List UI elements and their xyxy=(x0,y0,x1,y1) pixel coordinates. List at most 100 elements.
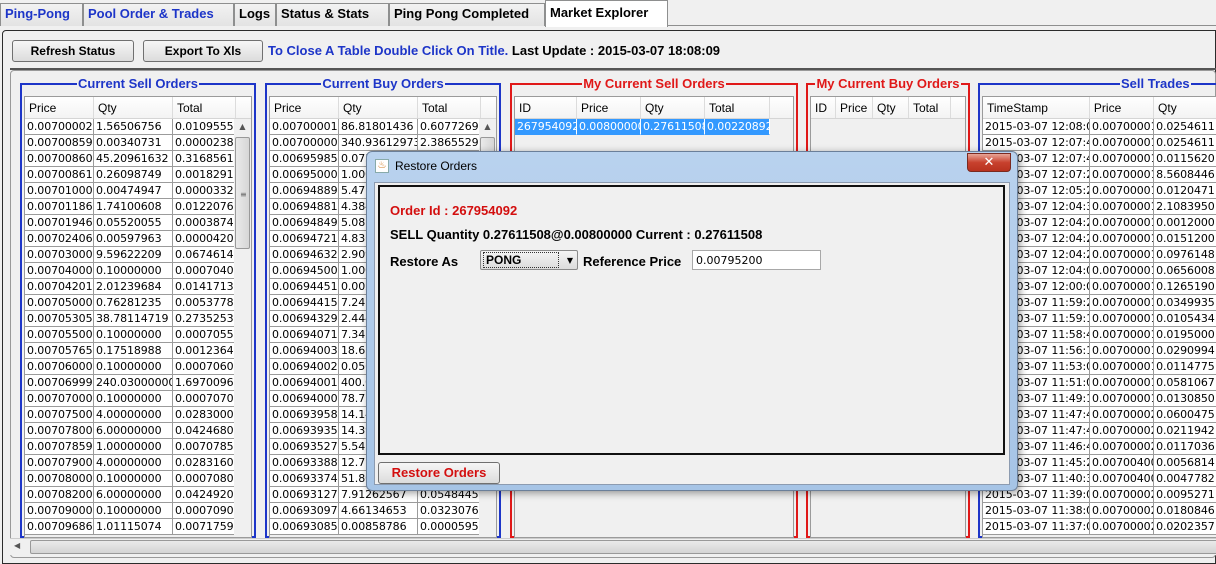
column-header[interactable]: Qty xyxy=(873,97,909,118)
tab-ping-pong-completed[interactable]: Ping Pong Completed xyxy=(389,3,545,26)
table-cell: 0.00694415 xyxy=(270,295,339,311)
column-header[interactable]: Total xyxy=(705,97,770,118)
table-cell: 0.01095550 xyxy=(173,119,236,135)
table-row[interactable]: 0.00701186 1.74100608 0.01220769 xyxy=(25,199,251,215)
table-cell: 0.0180846 xyxy=(1154,503,1216,519)
column-header[interactable]: Price xyxy=(836,97,873,118)
scroll-left-icon[interactable]: ◀ xyxy=(14,541,20,550)
table-cell: 1.00000000 xyxy=(94,439,173,455)
table-row[interactable]: 2015-03-07 12:07:49 0.00700001 0.0254611 xyxy=(983,135,1216,151)
table-cell: 0.00700400 xyxy=(1090,471,1155,487)
restore-as-label: Restore As xyxy=(390,254,459,269)
table-row[interactable]: 0.00702406 0.00597963 0.00004200 xyxy=(25,231,251,247)
table-row[interactable]: 0.00707859 1.00000000 0.00707859 xyxy=(25,439,251,455)
table-row[interactable]: 0.00705500 0.10000000 0.00070550 xyxy=(25,327,251,343)
refresh-status-button[interactable]: Refresh Status xyxy=(12,40,134,62)
sell-orders-table[interactable]: Price Qty Total 0.00700002 1.56506756 0.01095… xyxy=(24,96,252,538)
column-header[interactable]: ID xyxy=(515,97,577,118)
table-row[interactable]: 0.00693097 4.66134653 0.03230765 xyxy=(270,503,496,519)
my-sell-orders-title[interactable]: My Current Sell Orders xyxy=(582,76,726,91)
table-row[interactable]: 2015-03-07 12:08:00 0.00700001 0.0254611 xyxy=(983,119,1216,135)
table-cell: 0.00703000 xyxy=(25,247,94,263)
column-header[interactable]: Qty xyxy=(1154,97,1216,118)
table-row[interactable]: 0.00700001 86.81801436 0.60772696 xyxy=(270,119,496,135)
table-cell: 0.0581067 xyxy=(1154,375,1216,391)
table-row[interactable]: 0.00707900 4.00000000 0.02831600 xyxy=(25,455,251,471)
tab-ping-pong[interactable]: Ping-Pong xyxy=(0,3,83,26)
table-cell: 0.27352537 xyxy=(173,311,236,327)
table-row[interactable]: 267954092 0.00800000 0.27611508 0.00220892 xyxy=(515,119,793,135)
table-row[interactable]: 0.00700860 45.20961632 0.31685611 xyxy=(25,151,251,167)
table-row[interactable]: 0.00709000 0.10000000 0.00070900 xyxy=(25,503,251,519)
table-row[interactable]: 0.00703000 9.59622209 0.06746144 xyxy=(25,247,251,263)
restore-as-select[interactable]: PONG ▼ xyxy=(480,250,578,270)
buy-orders-title[interactable]: Current Buy Orders xyxy=(321,76,444,91)
column-header[interactable]: Price xyxy=(1090,97,1155,118)
table-cell: 0.00700400 xyxy=(1090,455,1155,471)
tab-logs[interactable]: Logs xyxy=(234,3,276,26)
sell-orders-title[interactable]: Current Sell Orders xyxy=(77,76,199,91)
table-row[interactable]: 0.00704201 2.01239684 0.01417131 xyxy=(25,279,251,295)
column-header[interactable]: Total xyxy=(909,97,951,118)
table-row[interactable]: 0.00709686 1.01115074 0.00717599 xyxy=(25,519,251,535)
tab-market-explorer[interactable]: Market Explorer xyxy=(545,0,668,27)
sell-trades-title[interactable]: Sell Trades xyxy=(1120,76,1191,91)
table-cell: 0.0211942 xyxy=(1154,423,1216,439)
tab-status-stats[interactable]: Status & Stats xyxy=(276,3,389,26)
table-row[interactable]: 0.00701946 0.05520055 0.00038747 xyxy=(25,215,251,231)
scroll-up-icon[interactable]: ▲ xyxy=(234,119,251,135)
my-buy-orders-title[interactable]: My Current Buy Orders xyxy=(815,76,960,91)
scroll-up-icon[interactable]: ▲ xyxy=(479,119,496,135)
table-row[interactable]: 0.00700861 0.26098749 0.00182915 xyxy=(25,167,251,183)
table-row[interactable]: 0.00706999 240.03000000 1.69700969 xyxy=(25,375,251,391)
table-row[interactable]: 0.00693085 0.00858786 0.00005952 xyxy=(270,519,496,535)
table-cell: 0.00709000 xyxy=(25,503,94,519)
table-row[interactable]: 0.00705000 0.76281235 0.00537782 xyxy=(25,295,251,311)
table-row[interactable]: 2015-03-07 11:37:08 0.00700002 0.0202357 xyxy=(983,519,1216,535)
table-row[interactable]: 0.00701000 0.00474947 0.00003329 xyxy=(25,183,251,199)
horizontal-scrollbar[interactable]: ◀ xyxy=(10,538,1216,555)
vertical-scrollbar[interactable]: ▲≡ xyxy=(234,119,251,537)
table-row[interactable]: 0.00708000 0.10000000 0.00070800 xyxy=(25,471,251,487)
table-row[interactable]: 0.00707000 0.10000000 0.00070700 xyxy=(25,391,251,407)
horizontal-scroll-thumb[interactable] xyxy=(30,540,1216,554)
table-cell: 4.00000000 xyxy=(94,455,173,471)
column-header[interactable]: Price xyxy=(577,97,641,118)
table-row[interactable]: 0.00705765 0.17518988 0.00123642 xyxy=(25,343,251,359)
table-row[interactable]: 2015-03-07 11:38:08 0.00700002 0.0180846 xyxy=(983,503,1216,519)
table-row[interactable]: 2015-03-07 11:39:07 0.00700002 0.0095271 xyxy=(983,487,1216,503)
table-cell: 0.00700001 xyxy=(1090,391,1155,407)
table-row[interactable]: 0.00706000 0.10000000 0.00070600 xyxy=(25,359,251,375)
close-button[interactable]: ✕ xyxy=(967,153,1011,172)
tab-bar: Ping-Pong Pool Order & Trades Logs Statu… xyxy=(0,0,1216,27)
table-row[interactable]: 0.00700000 340.93612973 2.38655290 xyxy=(270,135,496,151)
column-header[interactable]: Total xyxy=(418,97,481,118)
column-header[interactable]: ID xyxy=(811,97,836,118)
table-cell: 0.00700001 xyxy=(1090,247,1155,263)
column-header[interactable]: Qty xyxy=(339,97,418,118)
table-row[interactable]: 0.00704000 0.10000000 0.00070400 xyxy=(25,263,251,279)
table-row[interactable]: 0.00707800 6.00000000 0.04246800 xyxy=(25,423,251,439)
column-header[interactable]: Price xyxy=(270,97,339,118)
column-header[interactable]: Qty xyxy=(641,97,705,118)
table-cell: 0.0349935 xyxy=(1154,295,1216,311)
column-header[interactable]: Total xyxy=(173,97,236,118)
vertical-scroll-thumb[interactable]: ≡ xyxy=(235,137,250,249)
table-row[interactable]: 0.00700859 0.00340731 0.00002388 xyxy=(25,135,251,151)
table-row[interactable]: 0.00707500 4.00000000 0.02830000 xyxy=(25,407,251,423)
column-header[interactable]: TimeStamp xyxy=(983,97,1090,118)
table-row[interactable]: 0.00708200 6.00000000 0.04249200 xyxy=(25,487,251,503)
table-cell: 0.17518988 xyxy=(94,343,173,359)
export-xls-button[interactable]: Export To Xls xyxy=(143,40,263,62)
table-row[interactable]: 0.00700002 1.56506756 0.01095550 xyxy=(25,119,251,135)
column-header[interactable]: Price xyxy=(25,97,94,118)
reference-price-input[interactable]: 0.00795200 xyxy=(692,250,821,270)
table-row[interactable]: 0.00705305 38.78114719 0.27352537 xyxy=(25,311,251,327)
restore-orders-button[interactable]: Restore Orders xyxy=(378,462,500,484)
table-cell: 1.74100608 xyxy=(94,199,173,215)
table-cell: 0.00694849 xyxy=(270,215,339,231)
column-header[interactable]: Qty xyxy=(94,97,173,118)
table-cell: 0.00858786 xyxy=(339,519,418,535)
tab-pool-order-trades[interactable]: Pool Order & Trades xyxy=(83,3,234,26)
table-cell: 0.00700859 xyxy=(25,135,94,151)
